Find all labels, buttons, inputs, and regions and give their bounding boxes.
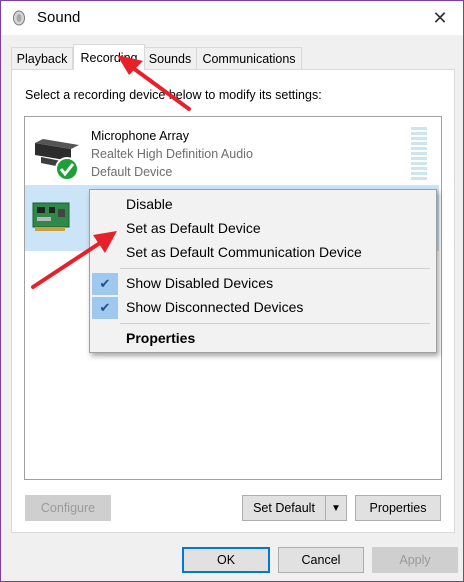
sound-dialog: Sound ✕ Playback Recording Sounds Commun… (0, 0, 464, 582)
device-name: Microphone Array (91, 129, 189, 143)
menu-item-set-default-device[interactable]: Set as Default Device (90, 218, 436, 240)
close-button[interactable]: ✕ (417, 1, 463, 35)
checkmark-icon: ✔ (92, 297, 118, 319)
chevron-down-icon: ▼ (331, 502, 341, 514)
tab-sounds[interactable]: Sounds (142, 47, 198, 69)
set-default-button[interactable]: Set Default (242, 495, 326, 521)
configure-button[interactable]: Configure (25, 495, 111, 521)
tab-recording[interactable]: Recording (73, 44, 145, 70)
ok-button[interactable]: OK (182, 547, 270, 573)
title-bar: Sound ✕ (1, 1, 463, 35)
menu-separator (120, 268, 430, 269)
apply-button[interactable]: Apply (372, 547, 458, 573)
device-item[interactable]: Microphone Array Realtek High Definition… (25, 119, 439, 185)
tab-communications[interactable]: Communications (196, 47, 302, 69)
speaker-icon (13, 10, 25, 26)
window-title: Sound (37, 9, 81, 26)
instructions-text: Select a recording device below to modif… (25, 88, 322, 102)
device-driver: Realtek High Definition Audio (91, 147, 253, 161)
properties-button[interactable]: Properties (355, 495, 441, 521)
cancel-button[interactable]: Cancel (278, 547, 364, 573)
level-meter (411, 127, 427, 181)
menu-item-properties[interactable]: Properties (90, 328, 436, 350)
menu-item-set-default-communication-device[interactable]: Set as Default Communication Device (90, 242, 436, 264)
menu-separator (120, 323, 430, 324)
menu-item-disable[interactable]: Disable (90, 194, 436, 216)
checkmark-icon: ✔ (92, 273, 118, 295)
menu-item-show-disconnected-devices[interactable]: ✔ Show Disconnected Devices (90, 297, 436, 319)
sound-card-icon (32, 202, 70, 231)
menu-item-show-disabled-devices[interactable]: ✔ Show Disabled Devices (90, 273, 436, 295)
context-menu: Disable Set as Default Device Set as Def… (89, 189, 437, 353)
microphone-array-icon (35, 139, 79, 181)
tab-playback[interactable]: Playback (11, 47, 73, 69)
close-icon: ✕ (432, 7, 448, 28)
device-status: Default Device (91, 165, 173, 179)
set-default-dropdown-button[interactable]: ▼ (325, 495, 347, 521)
